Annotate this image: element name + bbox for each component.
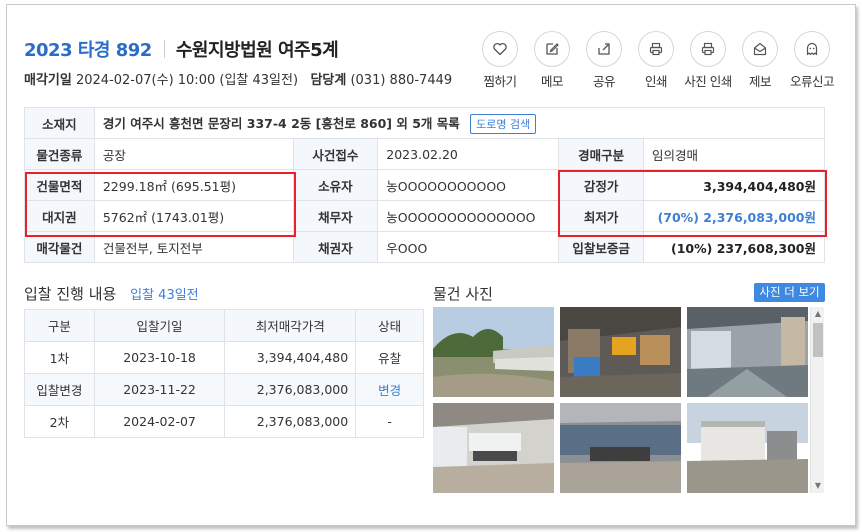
auction-type-value: 임의경매 (643, 138, 825, 170)
location-value: 경기 여주시 흥천면 문장리 337-4 2동 [흥천로 860] 외 5개 목… (102, 115, 460, 131)
report-button[interactable]: 제보 (734, 31, 786, 90)
scroll-thumb[interactable] (813, 323, 823, 357)
creditor-label: 채권자 (292, 231, 379, 263)
progress-title: 입찰 진행 내용 입찰 43일전 (24, 283, 199, 304)
case-header: 2023 타경 892 수원지방법원 여주5계 (24, 36, 339, 62)
print-label: 인쇄 (644, 74, 668, 89)
creditor-value: 우OOO (377, 231, 560, 263)
share-label: 공유 (592, 74, 616, 89)
share-icon (586, 31, 622, 67)
scroll-up-arrow-icon[interactable]: ▲ (811, 307, 825, 321)
col-round: 구분 (24, 309, 95, 342)
price-cell: 2,376,083,000 (224, 373, 357, 406)
court-name: 수원지방법원 여주5계 (175, 40, 339, 61)
auction-type-label: 경매구분 (558, 138, 644, 170)
sale-date-label: 매각기일 (24, 73, 72, 88)
debtor-value: 농OOOOOOOOOOOOOO (377, 200, 560, 232)
favorite-label: 찜하기 (483, 74, 517, 89)
table-row: 1차 2023-10-18 3,394,404,480 유찰 (24, 341, 424, 374)
error-report-button[interactable]: 오류신고 (786, 31, 838, 90)
location-cell: 경기 여주시 흥천면 문장리 337-4 2동 [흥천로 860] 외 5개 목… (93, 107, 826, 139)
round-cell: 2차 (24, 405, 95, 438)
scroll-down-arrow-icon[interactable]: ▼ (811, 479, 825, 493)
bid-progress-table: 구분 입찰기일 최저매각가격 상태 1차 2023-10-18 3,394,40… (24, 309, 424, 438)
progress-title-text: 입찰 진행 내용 (24, 285, 117, 303)
info-row-location: 소재지 경기 여주시 흥천면 문장리 337-4 2동 [흥천로 860] 외 … (24, 107, 826, 139)
area-highlight-box (25, 172, 296, 237)
report-label: 제보 (748, 74, 772, 89)
memo-label: 메모 (540, 74, 564, 89)
property-photo[interactable] (687, 403, 808, 493)
heart-icon (482, 31, 518, 67)
title-divider (163, 40, 165, 58)
print-photo-button[interactable]: 사진 인쇄 (682, 31, 734, 90)
print-photo-icon (690, 31, 726, 67)
report-mail-icon (742, 31, 778, 67)
favorite-button[interactable]: 찜하기 (474, 31, 526, 90)
property-photo[interactable] (687, 307, 808, 397)
property-photo[interactable] (560, 307, 681, 397)
manager-label: 담당계 (310, 73, 347, 88)
price-cell: 2,376,083,000 (224, 405, 357, 438)
share-button[interactable]: 공유 (578, 31, 630, 90)
owner-label: 소유자 (292, 169, 379, 201)
ghost-icon (794, 31, 830, 67)
sale-date-line: 매각기일 2024-02-07(수) 10:00 (입찰 43일전) 담당계 (… (24, 69, 452, 88)
memo-button[interactable]: 메모 (526, 31, 578, 90)
progress-header-row: 구분 입찰기일 최저매각가격 상태 (24, 309, 424, 342)
print-button[interactable]: 인쇄 (630, 31, 682, 90)
manager-phone: (031) 880-7449 (350, 73, 453, 88)
date-cell: 2023-11-22 (93, 373, 226, 406)
info-row-type: 물건종류 공장 사건접수 2023.02.20 경매구분 임의경매 (24, 138, 825, 170)
round-cell: 입찰변경 (24, 373, 95, 406)
date-cell: 2024-02-07 (93, 405, 226, 438)
date-cell: 2023-10-18 (93, 341, 226, 374)
debtor-label: 채무자 (292, 200, 379, 232)
photos-title: 물건 사진 (433, 285, 493, 303)
type-value: 공장 (93, 138, 294, 170)
price-highlight-box (558, 170, 827, 237)
col-date: 입찰기일 (93, 309, 226, 342)
memo-icon (534, 31, 570, 67)
case-number: 2023 타경 892 (24, 40, 152, 61)
price-cell: 3,394,404,480 (224, 341, 357, 374)
filed-label: 사건접수 (292, 138, 379, 170)
col-status: 상태 (355, 309, 424, 342)
more-photos-button[interactable]: 사진 더 보기 (754, 283, 825, 302)
round-cell: 1차 (24, 341, 95, 374)
col-price: 최저매각가격 (224, 309, 357, 342)
property-photo[interactable] (433, 307, 554, 397)
type-label: 물건종류 (24, 138, 95, 170)
owner-value: 농OOOOOOOOOOO (377, 169, 560, 201)
filed-value: 2023.02.20 (377, 138, 560, 170)
status-cell: 유찰 (355, 341, 424, 374)
photo-scrollbar[interactable]: ▲ ▼ (810, 307, 824, 493)
location-label: 소재지 (24, 107, 95, 139)
property-photo[interactable] (560, 403, 681, 493)
print-icon (638, 31, 674, 67)
status-cell: - (355, 405, 424, 438)
table-row: 2차 2024-02-07 2,376,083,000 - (24, 405, 424, 438)
table-row: 입찰변경 2023-11-22 2,376,083,000 변경 (24, 373, 424, 406)
sale-date-value: 2024-02-07(수) 10:00 (입찰 43일전) (75, 73, 299, 88)
print-photo-label: 사진 인쇄 (684, 74, 732, 89)
error-report-label: 오류신고 (789, 74, 835, 89)
property-photo[interactable] (433, 403, 554, 493)
action-bar: 찜하기 메모 공유 인쇄 사진 인쇄 제보 오류신고 (474, 31, 838, 90)
progress-days-left: 입찰 43일전 (130, 288, 199, 303)
road-search-button[interactable]: 도로명 검색 (470, 113, 537, 134)
status-change-link[interactable]: 변경 (355, 373, 424, 406)
